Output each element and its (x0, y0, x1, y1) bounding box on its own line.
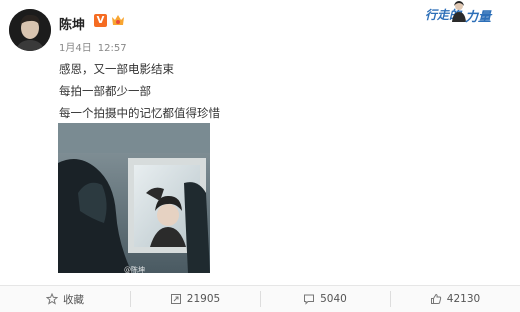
like-icon (430, 293, 441, 304)
post-date[interactable]: 1月4日 (59, 43, 92, 54)
post-text: 感恩，又一部电影结束 每拍一部都少一部 每一个拍摄中的记忆都值得珍惜 (59, 61, 220, 127)
post-line-2: 每拍一部都少一部 (59, 84, 151, 98)
post-time[interactable]: 12:57 (98, 43, 127, 54)
post-line-1: 感恩，又一部电影结束 (59, 62, 174, 76)
avatar[interactable] (9, 9, 51, 51)
favorite-label: 收藏 (63, 293, 84, 306)
comment-button[interactable]: 5040 (260, 286, 390, 312)
favorite-button[interactable]: 收藏 (0, 286, 130, 312)
comment-count: 5040 (320, 293, 347, 305)
username[interactable]: 陈坤 (59, 14, 85, 33)
like-button[interactable]: 42130 (390, 286, 520, 312)
post-meta: 1月4日 12:57 (59, 39, 127, 54)
star-icon (46, 293, 58, 305)
like-count: 42130 (446, 293, 481, 305)
member-badge-icon[interactable] (110, 13, 126, 27)
post-photo[interactable] (58, 123, 210, 273)
repost-button[interactable]: 21905 (130, 286, 260, 312)
comment-icon (304, 294, 315, 305)
post-action-bar: 收藏 21905 5040 42130 (0, 285, 520, 312)
verified-badge-icon: V (94, 14, 107, 27)
repost-icon (170, 294, 181, 304)
repost-count: 21905 (186, 293, 221, 305)
promo-text-right[interactable]: 力量 (465, 6, 491, 25)
photo-watermark: @陈坤 (124, 266, 145, 274)
